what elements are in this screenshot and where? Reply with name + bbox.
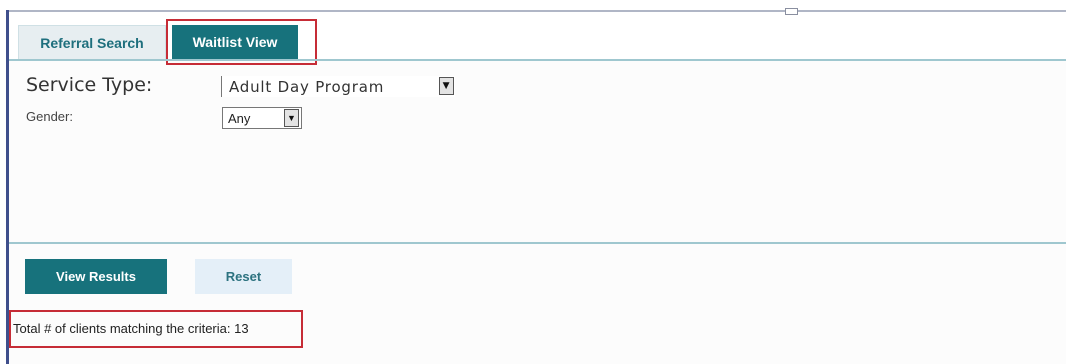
form-divider — [9, 242, 1066, 244]
results-summary: Total # of clients matching the criteria… — [13, 321, 249, 336]
view-results-label: View Results — [56, 269, 136, 284]
tab-referral-search-label: Referral Search — [40, 34, 144, 51]
gender-label: Gender: — [26, 109, 73, 124]
reset-button[interactable]: Reset — [195, 259, 292, 294]
service-type-value: Adult Day Program — [229, 77, 385, 96]
tab-referral-search[interactable]: Referral Search — [18, 25, 166, 59]
service-type-select[interactable]: Adult Day Program ▼ — [221, 76, 455, 97]
chevron-down-icon[interactable]: ▼ — [284, 109, 299, 127]
resize-handle[interactable] — [785, 8, 798, 15]
gender-select[interactable]: Any ▼ — [222, 107, 302, 129]
chevron-down-icon[interactable]: ▼ — [439, 77, 454, 95]
service-type-label: Service Type: — [26, 74, 153, 96]
window-top-border — [6, 10, 1066, 12]
view-results-button[interactable]: View Results — [25, 259, 167, 294]
tab-underline — [9, 59, 1066, 61]
reset-label: Reset — [225, 269, 262, 284]
